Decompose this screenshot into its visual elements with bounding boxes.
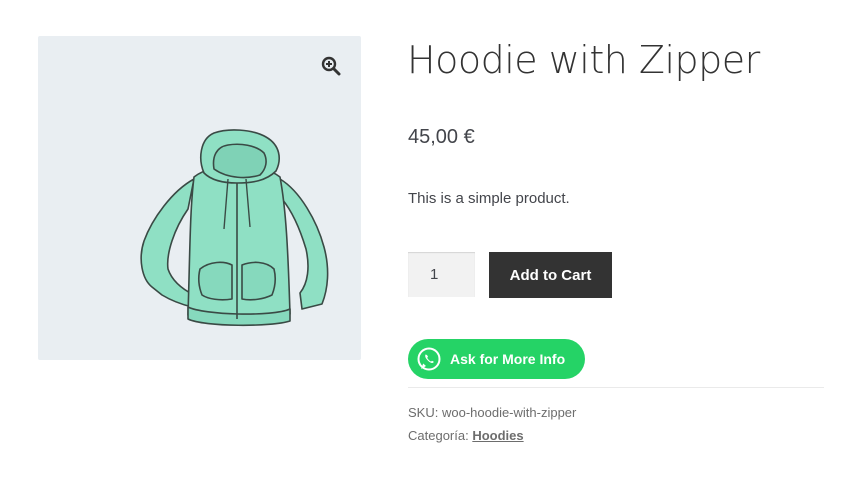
product-short-description: This is a simple product. xyxy=(408,190,570,207)
zoom-icon[interactable] xyxy=(316,51,346,81)
category-link-hoodies[interactable]: Hoodies xyxy=(472,428,523,443)
hoodie-image xyxy=(140,129,329,327)
quantity-input[interactable] xyxy=(408,252,475,297)
whatsapp-icon xyxy=(417,347,441,371)
whatsapp-ask-button[interactable]: Ask for More Info xyxy=(408,339,585,379)
product-sku: SKU: woo-hoodie-with-zipper xyxy=(408,405,576,420)
meta-divider xyxy=(408,387,824,388)
product-category: Categoría: Hoodies xyxy=(408,428,524,443)
whatsapp-button-label: Ask for More Info xyxy=(450,351,566,367)
add-to-cart-button[interactable]: Add to Cart xyxy=(489,252,612,298)
product-price: 45,00 € xyxy=(408,126,475,148)
product-gallery xyxy=(38,36,361,360)
sku-value: woo-hoodie-with-zipper xyxy=(441,405,577,420)
sku-label: SKU: xyxy=(408,405,439,420)
category-label: Categoría: xyxy=(408,428,469,443)
product-title: Hoodie with Zipper xyxy=(407,38,760,82)
